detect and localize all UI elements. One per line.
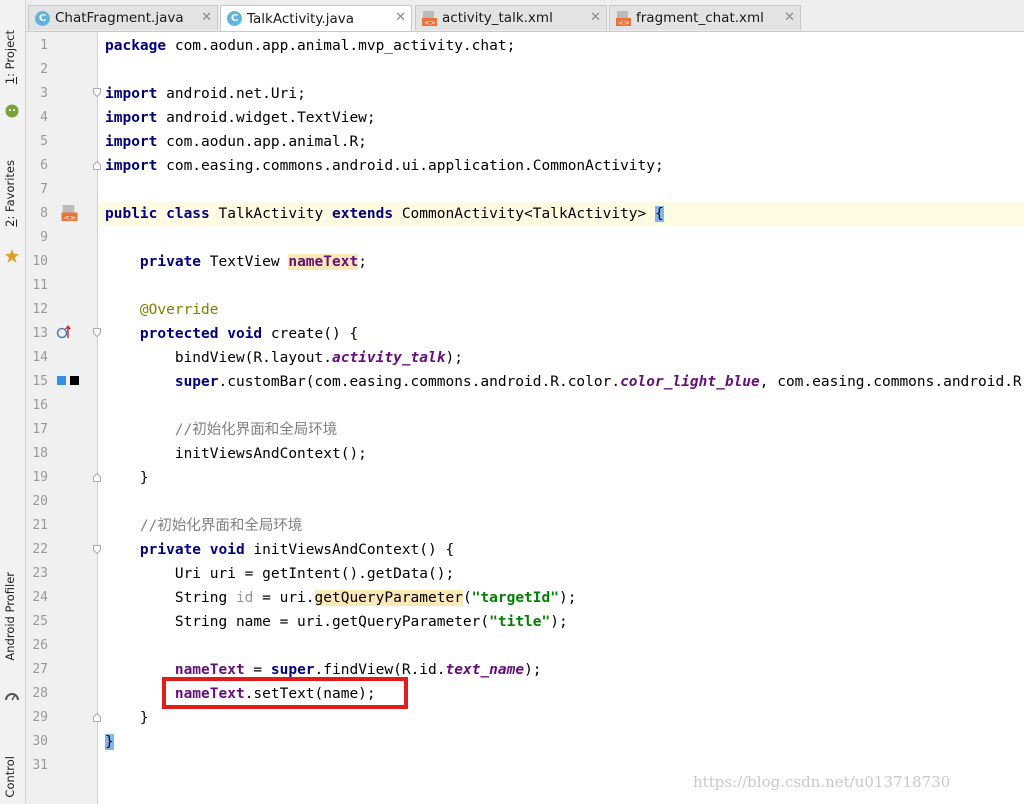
code-line-29: } bbox=[139, 710, 149, 726]
line-number: 9 bbox=[40, 230, 48, 245]
line-number: 14 bbox=[32, 350, 48, 365]
code-line-17: //初始化界面和全局环境 bbox=[174, 422, 338, 438]
svg-text:<>: <> bbox=[618, 19, 630, 26]
color-swatch-black-icon[interactable] bbox=[70, 376, 79, 385]
code-line-8: public class TalkActivity extends Common… bbox=[98, 202, 1024, 226]
fold-end-marker-icon[interactable] bbox=[93, 713, 101, 722]
close-icon[interactable]: ✕ bbox=[590, 10, 601, 25]
java-class-icon: C bbox=[35, 10, 50, 26]
code-line-14: bindView(R.layout.activity_talk); bbox=[174, 350, 463, 366]
line-number: 25 bbox=[32, 614, 48, 629]
android-project-icon bbox=[5, 104, 19, 118]
code-line-10: private TextView nameText; bbox=[139, 254, 367, 270]
line-number: 31 bbox=[32, 758, 48, 773]
code-line-13: protected void create() { bbox=[139, 326, 359, 342]
favorites-tool-button[interactable]: 2: Favorites bbox=[3, 160, 17, 227]
line-number: 8 bbox=[40, 206, 48, 221]
line-number: 1 bbox=[40, 38, 48, 53]
fold-marker-icon[interactable] bbox=[93, 545, 101, 554]
line-number: 24 bbox=[32, 590, 48, 605]
close-icon[interactable]: ✕ bbox=[395, 10, 406, 25]
line-number: 29 bbox=[32, 710, 48, 725]
tab-chatfragment-java[interactable]: C ChatFragment.java ✕ bbox=[28, 5, 218, 30]
line-number: 21 bbox=[32, 518, 48, 533]
close-icon[interactable]: ✕ bbox=[201, 10, 212, 25]
android-profiler-tool-button[interactable]: Android Profiler bbox=[3, 572, 17, 661]
fold-end-marker-icon[interactable] bbox=[93, 473, 101, 482]
code-line-24: String id = uri.getQueryParameter("targe… bbox=[174, 590, 577, 606]
color-swatch-blue-icon[interactable] bbox=[57, 376, 66, 385]
line-number: 15 bbox=[32, 374, 48, 389]
star-icon bbox=[5, 249, 19, 263]
line-number: 22 bbox=[32, 542, 48, 557]
control-tool-button[interactable]: Control bbox=[3, 756, 17, 798]
highlight-box bbox=[162, 677, 408, 709]
line-number: 23 bbox=[32, 566, 48, 581]
fold-marker-icon[interactable] bbox=[93, 88, 101, 97]
line-number: 13 bbox=[32, 326, 48, 341]
editor-gutter[interactable]: 1 2 3 4 5 6 7 8 9 10 11 12 13 14 15 16 17 18 19 20 21 22 23 24 2… bbox=[26, 32, 98, 804]
tab-talkactivity-java[interactable]: C TalkActivity.java ✕ bbox=[220, 5, 412, 31]
code-line-21: //初始化界面和全局环境 bbox=[139, 518, 303, 534]
code-line-4: import android.widget.TextView; bbox=[105, 110, 376, 126]
xml-layout-icon: <> bbox=[422, 11, 437, 26]
line-number: 5 bbox=[40, 134, 48, 149]
code-line-15: super.customBar(com.easing.commons.andro… bbox=[174, 374, 1024, 390]
override-method-icon[interactable] bbox=[56, 324, 72, 340]
line-number: 30 bbox=[32, 734, 48, 749]
code-line-6: import com.easing.commons.android.ui.app… bbox=[105, 158, 664, 174]
java-class-icon: C bbox=[227, 11, 242, 26]
code-line-19: } bbox=[139, 470, 149, 486]
watermark: https://blog.csdn.net/u013718730 bbox=[693, 773, 951, 791]
line-number: 3 bbox=[40, 86, 48, 101]
line-number: 2 bbox=[40, 62, 48, 77]
fold-end-marker-icon[interactable] bbox=[93, 161, 101, 170]
code-line-5: import com.aodun.app.animal.R; bbox=[105, 134, 367, 150]
code-line-22: private void initViewsAndContext() { bbox=[139, 542, 455, 558]
layout-gutter-icon[interactable]: <> bbox=[61, 204, 78, 221]
code-line-12: @Override bbox=[139, 302, 219, 318]
close-icon[interactable]: ✕ bbox=[784, 10, 795, 25]
line-number: 6 bbox=[40, 158, 48, 173]
project-tool-button[interactable]: 1: Project bbox=[3, 30, 17, 84]
code-line-23: Uri uri = getIntent().getData(); bbox=[174, 566, 455, 582]
fold-marker-icon[interactable] bbox=[93, 328, 101, 337]
line-number: 27 bbox=[32, 662, 48, 677]
editor-tab-bar: C ChatFragment.java ✕ C TalkActivity.jav… bbox=[26, 0, 1024, 32]
tab-activity-talk-xml[interactable]: <> activity_talk.xml ✕ bbox=[415, 5, 607, 30]
line-number: 28 bbox=[32, 686, 48, 701]
line-number: 11 bbox=[32, 278, 48, 293]
line-number: 10 bbox=[32, 254, 48, 269]
code-line-1: package com.aodun.app.animal.mvp_activit… bbox=[105, 38, 516, 54]
line-number: 16 bbox=[32, 398, 48, 413]
line-number: 26 bbox=[32, 638, 48, 653]
matched-brace: } bbox=[105, 734, 114, 750]
line-number: 17 bbox=[32, 422, 48, 437]
xml-layout-icon: <> bbox=[616, 11, 631, 26]
code-line-3: import android.net.Uri; bbox=[105, 86, 306, 102]
svg-text:<>: <> bbox=[64, 213, 76, 221]
tab-fragment-chat-xml[interactable]: <> fragment_chat.xml ✕ bbox=[609, 5, 801, 30]
svg-text:<>: <> bbox=[424, 19, 436, 26]
code-line-25: String name = uri.getQueryParameter("tit… bbox=[174, 614, 568, 630]
line-number: 4 bbox=[40, 110, 48, 125]
line-number: 20 bbox=[32, 494, 48, 509]
tool-window-stripe: 1: Project 2: Favorites Android Profiler… bbox=[0, 0, 26, 804]
line-number: 19 bbox=[32, 470, 48, 485]
profiler-gauge-icon bbox=[5, 693, 19, 701]
matched-brace: { bbox=[655, 206, 664, 222]
code-line-30: } bbox=[98, 730, 1024, 754]
code-line-18: initViewsAndContext(); bbox=[174, 446, 367, 462]
line-number: 7 bbox=[40, 182, 48, 197]
line-number: 18 bbox=[32, 446, 48, 461]
line-number: 12 bbox=[32, 302, 48, 317]
